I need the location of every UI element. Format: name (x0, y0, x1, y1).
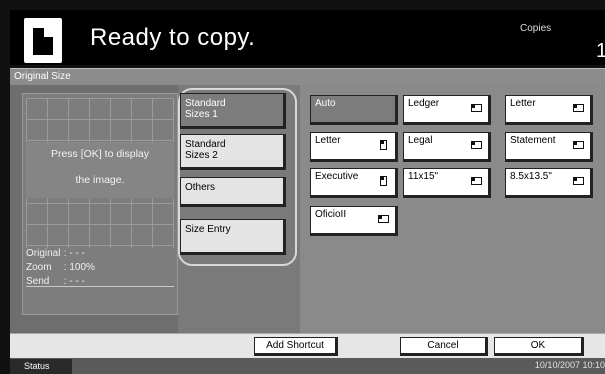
zoom-label: Zoom (26, 262, 52, 273)
tab-label-line1: Standard (185, 98, 226, 109)
size-label: 11x15" (408, 171, 439, 182)
status-button[interactable]: Status (10, 359, 72, 374)
tab-label-line1: Size Entry (185, 224, 231, 235)
tab-label-line2: Sizes 2 (185, 150, 218, 161)
portrait-page-icon (380, 176, 387, 186)
zoom-info: Zoom : 100% (26, 262, 95, 273)
size-label: Auto (315, 98, 336, 109)
size-button-11x15[interactable]: 11x15" (403, 168, 491, 198)
size-label: Statement (510, 135, 556, 146)
size-button-oficio-ii[interactable]: OficioII (310, 206, 398, 236)
size-button-letter-portrait[interactable]: Letter (310, 132, 398, 162)
size-button-auto[interactable]: Auto (310, 95, 398, 125)
status-strip: Status 10/10/2007 10:10 (10, 358, 605, 374)
copy-screen: Ready to copy. Copies 1 Original Size Pr… (0, 0, 605, 374)
date-time: 10/10/2007 10:10 (534, 360, 605, 370)
tab-label-line2: Sizes 1 (185, 109, 218, 120)
divider (26, 286, 174, 287)
section-title-bar: Original Size (10, 68, 605, 85)
add-shortcut-button[interactable]: Add Shortcut (254, 337, 338, 356)
preview-pane: Press [OK] to display the image. Origina… (22, 93, 178, 315)
tab-size-entry[interactable]: Size Entry (180, 219, 286, 255)
size-button-legal[interactable]: Legal (403, 132, 491, 162)
tab-others[interactable]: Others (180, 177, 286, 207)
original-value: : - - - (63, 248, 85, 259)
portrait-page-icon (380, 140, 387, 150)
status-message: Ready to copy. (90, 24, 256, 51)
tab-label-line1: Standard (185, 139, 226, 150)
preview-message-line2: the image. (75, 174, 125, 186)
landscape-page-icon (378, 215, 389, 223)
preview-message: Press [OK] to display the image. (26, 142, 174, 198)
size-label: Legal (408, 135, 433, 146)
tab-standard-sizes-2[interactable]: Standard Sizes 2 (180, 134, 286, 170)
header: Ready to copy. Copies 1 (10, 10, 605, 65)
original-info: Original : - - - (26, 248, 85, 259)
landscape-page-icon (471, 141, 482, 149)
preview-message-line1: Press [OK] to display (50, 148, 150, 160)
landscape-page-icon (471, 104, 482, 112)
size-button-8-5x13-5[interactable]: 8.5x13.5" (505, 168, 593, 198)
size-button-letter-landscape[interactable]: Letter (505, 95, 593, 125)
size-button-executive[interactable]: Executive (310, 168, 398, 198)
size-label: OficioII (315, 209, 347, 220)
landscape-page-icon (573, 141, 584, 149)
size-label: Letter (510, 98, 536, 109)
zoom-value: : 100% (63, 262, 95, 273)
landscape-page-icon (573, 104, 584, 112)
original-label: Original (26, 248, 61, 259)
size-button-statement[interactable]: Statement (505, 132, 593, 162)
ok-button[interactable]: OK (494, 337, 584, 356)
size-label: Executive (315, 171, 359, 182)
section-title: Original Size (14, 71, 71, 82)
size-label: Letter (315, 135, 341, 146)
copy-document-icon (24, 18, 62, 63)
bottom-bar: Add Shortcut Cancel OK (10, 333, 605, 358)
landscape-page-icon (573, 177, 584, 185)
copies-label: Copies (520, 23, 552, 34)
size-button-ledger[interactable]: Ledger (403, 95, 491, 125)
size-label: Ledger (408, 98, 440, 109)
tab-standard-sizes-1[interactable]: Standard Sizes 1 (180, 93, 286, 129)
cancel-button[interactable]: Cancel (400, 337, 488, 356)
landscape-page-icon (471, 177, 482, 185)
tab-label-line1: Others (185, 182, 216, 193)
copies-count: 1 (596, 40, 605, 62)
size-label: 8.5x13.5" (510, 171, 552, 182)
